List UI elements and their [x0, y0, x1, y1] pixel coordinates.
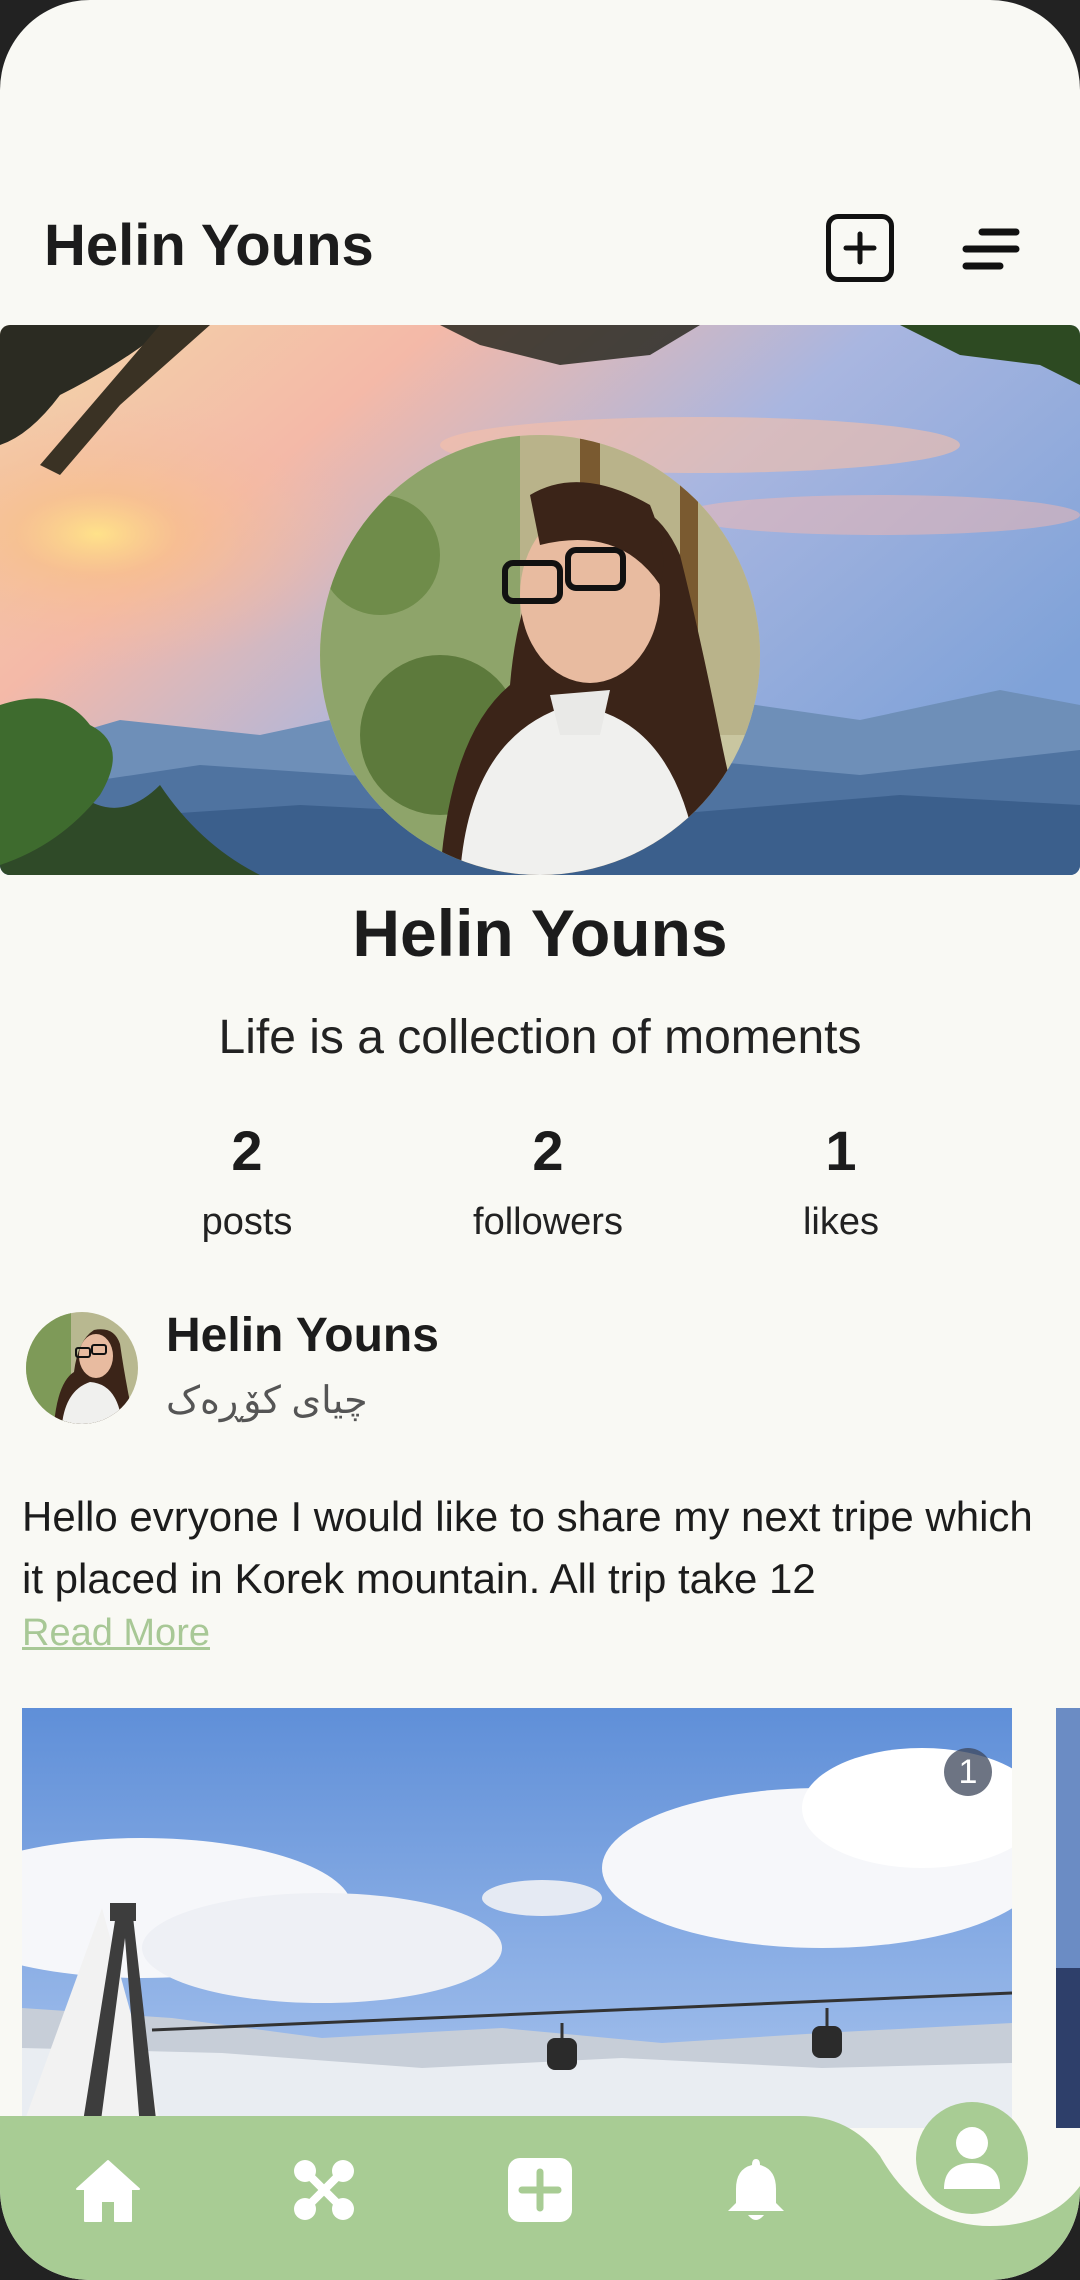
- stat-posts-label: posts: [201, 1201, 293, 1243]
- home-icon: [76, 2160, 140, 2222]
- stat-posts[interactable]: 2 posts: [117, 1118, 377, 1244]
- add-icon: [508, 2158, 572, 2222]
- stat-followers-label: followers: [473, 1201, 623, 1243]
- stat-followers[interactable]: 2 followers: [418, 1118, 678, 1244]
- nav-profile[interactable]: [916, 2102, 1028, 2214]
- post-text: Hello evryone I would like to share my n…: [22, 1493, 1033, 1602]
- app-bar: Helin Youns: [0, 180, 1080, 310]
- menu-icon: [962, 228, 1020, 270]
- profile-bio: Life is a collection of moments: [218, 1011, 862, 1064]
- stat-likes[interactable]: 1 likes: [711, 1118, 971, 1244]
- post-location: چیای کۆڕەک: [166, 1380, 368, 1422]
- stat-posts-value: 2: [231, 1119, 263, 1182]
- post-author-name[interactable]: Helin Youns: [166, 1308, 439, 1363]
- menu-button[interactable]: [960, 224, 1022, 274]
- nav-home[interactable]: [68, 2150, 148, 2230]
- stat-likes-label: likes: [802, 1201, 880, 1243]
- post-image-next[interactable]: [1056, 1708, 1080, 2128]
- add-post-button[interactable]: [826, 214, 894, 282]
- plus-icon: [843, 231, 877, 265]
- image-counter-badge: 1: [944, 1748, 992, 1796]
- read-more-link[interactable]: Read More: [22, 1612, 210, 1655]
- profile-icon: [944, 2127, 1000, 2189]
- hub-icon: [294, 2160, 354, 2220]
- nav-add[interactable]: [500, 2150, 580, 2230]
- stat-likes-value: 1: [825, 1119, 857, 1182]
- post-author-avatar[interactable]: [26, 1312, 138, 1424]
- page-title: Helin Youns: [44, 213, 374, 278]
- nav-hub[interactable]: [284, 2150, 364, 2230]
- stat-followers-value: 2: [532, 1119, 564, 1182]
- profile-name: Helin Youns: [352, 896, 728, 970]
- profile-screen: Helin Youns Helin Youns Life is a collec…: [0, 0, 1080, 2280]
- nav-notifications[interactable]: [716, 2150, 796, 2230]
- profile-avatar[interactable]: [320, 435, 760, 875]
- bell-icon: [728, 2159, 784, 2220]
- post-image[interactable]: [22, 1708, 1012, 2128]
